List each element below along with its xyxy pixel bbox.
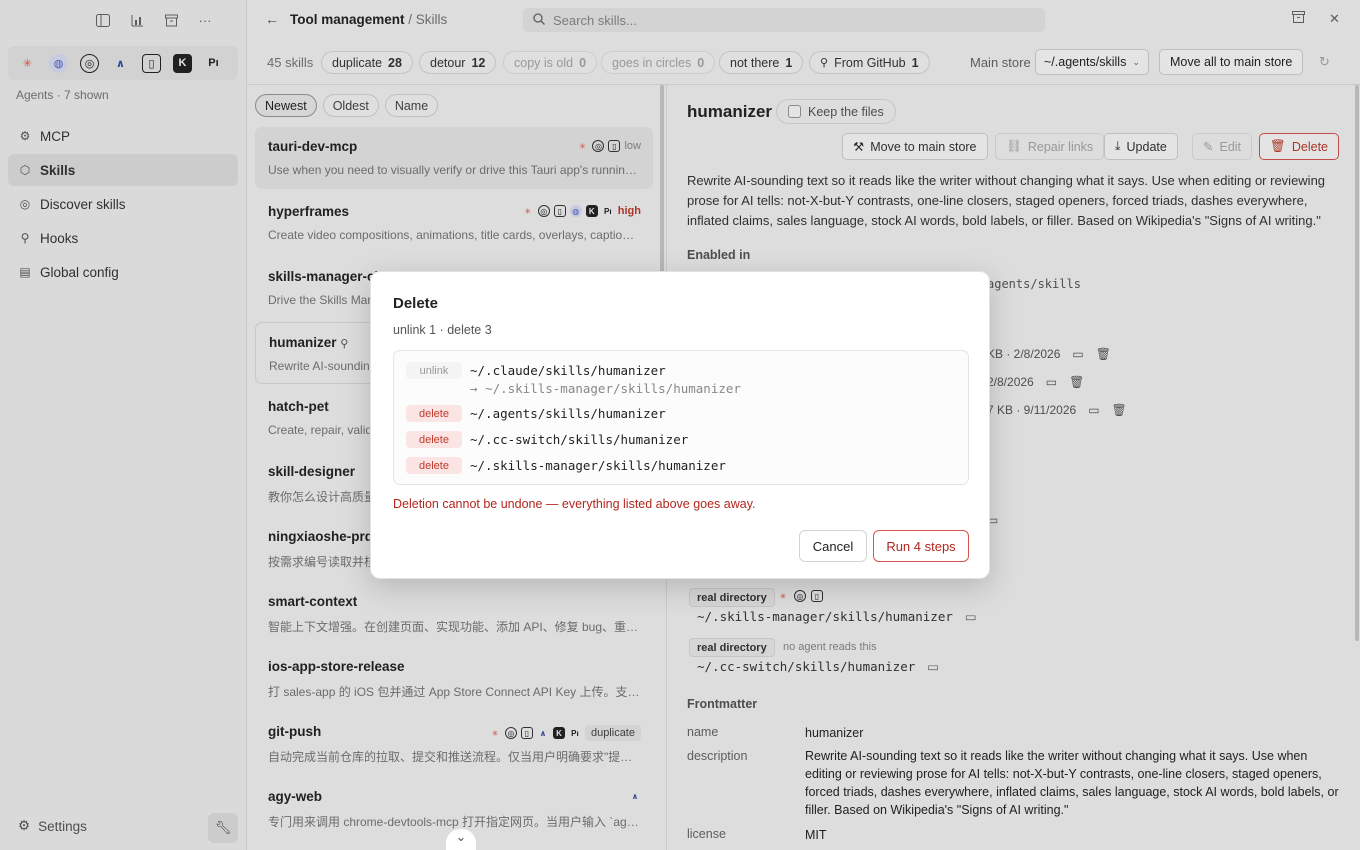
delete-badge: delete xyxy=(406,431,462,448)
step-path: ~/.claude/skills/humanizer xyxy=(470,363,666,378)
step-path: ~/.cc-switch/skills/humanizer xyxy=(470,432,689,447)
step-row: delete ~/.cc-switch/skills/humanizer xyxy=(406,431,688,449)
step-target: → ~/.skills-manager/skills/humanizer xyxy=(470,381,741,396)
step-path: ~/.skills-manager/skills/humanizer xyxy=(470,458,726,473)
delete-badge: delete xyxy=(406,457,462,474)
delete-badge: delete xyxy=(406,405,462,422)
step-path: ~/.agents/skills/humanizer xyxy=(470,406,666,421)
cancel-button[interactable]: Cancel xyxy=(799,530,867,562)
unlink-badge: unlink xyxy=(406,362,462,379)
steps-list: unlink ~/.claude/skills/humanizer → ~/.s… xyxy=(393,350,969,485)
step-row: delete ~/.skills-manager/skills/humanize… xyxy=(406,457,726,475)
chevron-down-icon: ⌄ xyxy=(455,829,467,844)
step-paths: ~/.claude/skills/humanizer → ~/.skills-m… xyxy=(470,362,741,398)
dialog-subtitle: unlink 1 · delete 3 xyxy=(393,323,492,337)
step-row: unlink ~/.claude/skills/humanizer → ~/.s… xyxy=(406,362,741,398)
scroll-down-button[interactable]: ⌄ xyxy=(446,829,476,850)
run-steps-button[interactable]: Run 4 steps xyxy=(873,530,969,562)
delete-dialog: Delete unlink 1 · delete 3 unlink ~/.cla… xyxy=(370,271,990,579)
irreversible-warning: Deletion cannot be undone — everything l… xyxy=(393,497,756,511)
dialog-title: Delete xyxy=(393,295,439,312)
step-row: delete ~/.agents/skills/humanizer xyxy=(406,405,666,423)
